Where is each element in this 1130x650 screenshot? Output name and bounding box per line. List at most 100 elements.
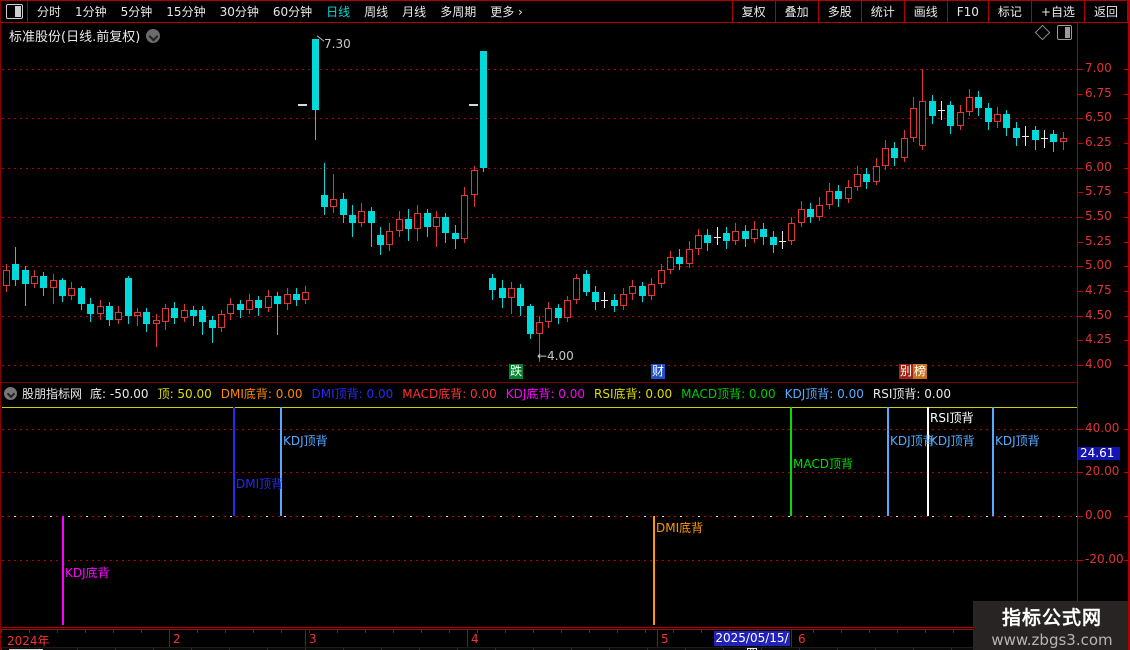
tab-60分钟[interactable]: 60分钟 [266, 1, 319, 22]
toolbar-button-+自选[interactable]: +自选 [1030, 1, 1084, 22]
date-axis[interactable]: 2025/05/15/四 2024年23456 [1, 629, 1128, 650]
tab-月线[interactable]: 月线 [395, 1, 433, 22]
tab-多周期[interactable]: 多周期 [433, 1, 483, 22]
toolbar-button-标记[interactable]: 标记 [987, 1, 1031, 22]
candle [479, 51, 487, 168]
price-gridline [2, 69, 1077, 70]
candle [994, 114, 1002, 123]
axis-tick [1078, 428, 1083, 430]
date-label-3: 3 [309, 632, 317, 646]
tab-1分钟[interactable]: 1分钟 [68, 1, 114, 22]
indicator-source: 股朋指标网 [22, 387, 83, 401]
candle-wick [510, 282, 512, 314]
toolbar-button-统计[interactable]: 统计 [860, 1, 904, 22]
diamond-icon[interactable] [1034, 24, 1051, 41]
event-chip-榜: 榜 [913, 364, 928, 379]
toolbar-button-画线[interactable]: 画线 [903, 1, 947, 22]
candle [685, 248, 693, 265]
chevron-down-icon[interactable] [146, 28, 161, 43]
candle [573, 278, 581, 300]
event-chip-财: 财 [651, 364, 666, 379]
candle [124, 278, 132, 316]
price-axis-label: 4.75 [1085, 283, 1112, 298]
candle [283, 294, 291, 304]
axis-tick [1078, 69, 1083, 70]
toolbar-button-复权[interactable]: 复权 [731, 1, 775, 22]
signal-label-RSI顶背: RSI顶背 [930, 411, 974, 425]
candle [610, 299, 618, 306]
candle [788, 222, 796, 241]
axis-tick [1124, 315, 1128, 317]
candle [451, 232, 459, 239]
candle [648, 284, 656, 296]
candle [143, 311, 151, 324]
candle [377, 234, 384, 245]
tab-分时[interactable]: 分时 [30, 1, 68, 22]
candle [564, 299, 571, 318]
indicator-panel[interactable]: KDJ底背 DMI顶背 KDJ顶背 DMI底背 MACD顶背 KDJ顶背 RSI顶背 KDJ顶… [2, 403, 1077, 628]
panel-layout-icon[interactable] [1057, 25, 1072, 40]
tab-日线[interactable]: 日线 [319, 1, 357, 22]
candle [1003, 114, 1011, 129]
candle [526, 305, 534, 334]
signal-line-DMI顶背 [233, 407, 235, 516]
tab-15分钟[interactable]: 15分钟 [159, 1, 212, 22]
signal-label-MACD顶背: MACD顶背 [793, 457, 853, 471]
signal-label-KDJ顶背: KDJ顶背 [995, 434, 1040, 448]
candle [405, 219, 413, 229]
axis-tick [1078, 143, 1083, 145]
tab-周线[interactable]: 周线 [357, 1, 395, 22]
signal-label-KDJ顶背: KDJ顶背 [283, 434, 328, 448]
action-toolbar: 复权 叠加 多股 统计 画线 F10 标记 +自选 返回 [731, 1, 1128, 22]
candle [1050, 134, 1058, 143]
watermark-url[interactable]: www.zbgs3.com [991, 631, 1112, 649]
tab-更多 ›[interactable]: 更多 › [483, 1, 530, 22]
date-divider [791, 630, 792, 647]
axis-tick [1078, 266, 1083, 268]
candle [984, 108, 992, 123]
axis-tick [1078, 118, 1083, 120]
candle [461, 195, 469, 239]
candle [49, 280, 57, 289]
toolbar-button-叠加[interactable]: 叠加 [774, 1, 818, 22]
axis-tick [1124, 365, 1128, 367]
candle [1059, 138, 1067, 143]
candle [592, 292, 600, 302]
chevron-down-icon[interactable] [4, 387, 17, 400]
candle [470, 169, 478, 196]
candle [676, 256, 684, 265]
one-price-dash [469, 104, 478, 106]
toolbar-divider [27, 1, 28, 22]
tab-5分钟[interactable]: 5分钟 [114, 1, 160, 22]
axis-tick [1124, 266, 1128, 268]
candle [891, 147, 899, 158]
toolbar-button-F10[interactable]: F10 [946, 1, 988, 22]
candle [713, 236, 721, 238]
candle [386, 230, 394, 245]
tab-30分钟[interactable]: 30分钟 [213, 1, 266, 22]
candle [835, 191, 843, 200]
candle [751, 228, 758, 239]
page-title: 标准股份(日线.前复权) [9, 30, 141, 45]
axis-tick [1124, 217, 1128, 219]
toolbar-button-返回[interactable]: 返回 [1083, 1, 1128, 22]
toolbar-button-多股[interactable]: 多股 [817, 1, 861, 22]
candle [31, 276, 39, 285]
candle [582, 274, 590, 293]
candle [844, 187, 852, 200]
signal-line-RSI顶背 [927, 407, 929, 516]
candle [105, 305, 113, 320]
candle [96, 305, 104, 314]
candlestick-chart[interactable]: 7.30 ←4.00 跌 财 别榜 [2, 23, 1077, 382]
indicator-field: 顶: 50.00 [157, 387, 212, 401]
candle [517, 288, 525, 306]
candle [760, 228, 768, 237]
period-tabs: 分时 1分钟 5分钟 15分钟 30分钟 60分钟 日线 周线 月线 多周期 更多 › [1, 1, 530, 22]
split-window-icon[interactable] [6, 4, 23, 19]
selected-date-badge[interactable]: 2025/05/15/四 [714, 631, 790, 650]
indicator-gridline [2, 472, 1077, 474]
candle [442, 217, 450, 233]
candle [255, 299, 263, 308]
axis-tick [1078, 365, 1083, 367]
date-label-6: 6 [798, 632, 806, 646]
